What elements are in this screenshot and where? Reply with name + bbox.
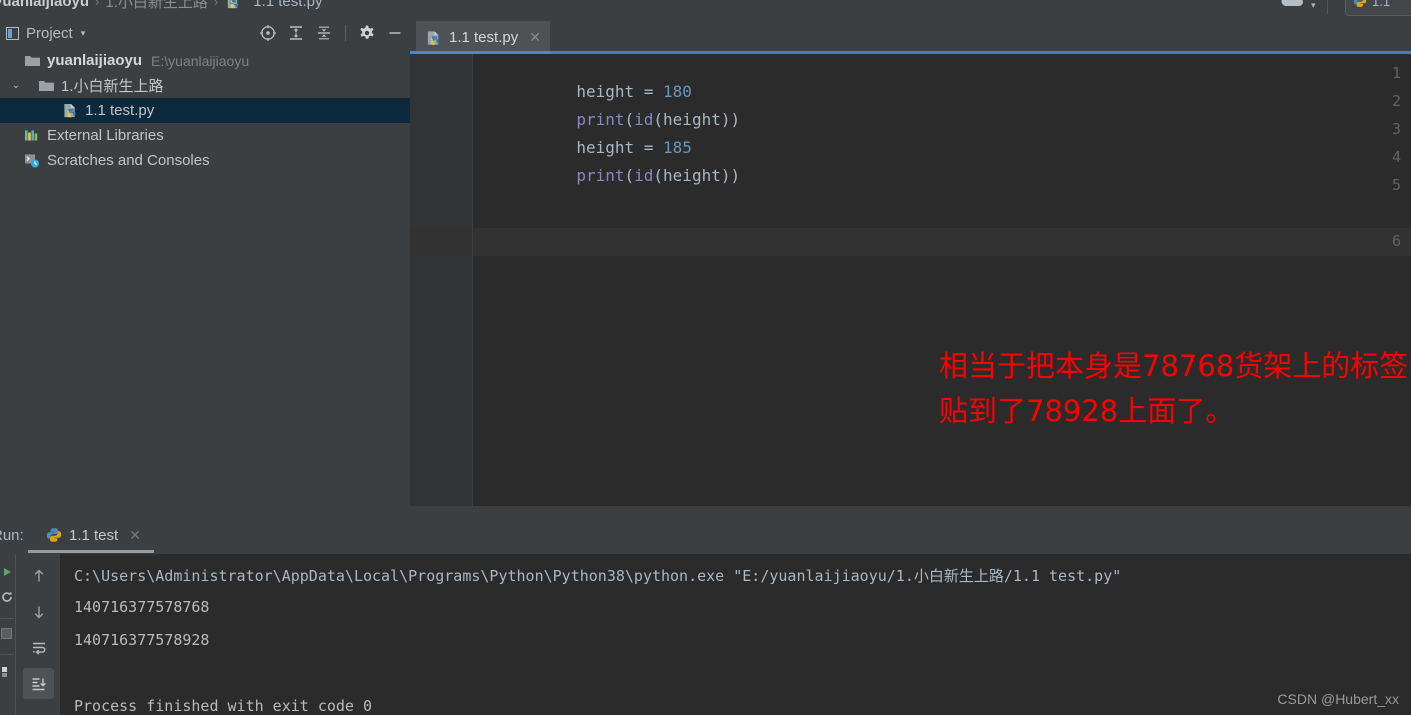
breadcrumb-folder[interactable]: 1.小白新生上路 bbox=[105, 0, 208, 12]
tree-row-selected[interactable]: 1.1 test.py bbox=[0, 98, 410, 123]
caret-line-gutter-highlight bbox=[410, 228, 473, 256]
project-panel-title[interactable]: Project bbox=[26, 25, 73, 42]
scroll-to-end-icon[interactable] bbox=[23, 668, 54, 699]
libraries-icon bbox=[25, 130, 38, 141]
settings-gear-icon[interactable] bbox=[358, 24, 376, 42]
breadcrumb-strip: yuanlaijiaoyu › 1.小白新生上路 › 1.1 test.py bbox=[0, 0, 1411, 18]
tree-label: 1.1 test.py bbox=[85, 102, 155, 119]
project-panel-toolbar bbox=[259, 18, 404, 48]
hide-icon[interactable] bbox=[386, 24, 404, 42]
editor-body[interactable]: 1 2 3 4 5 6 height = 180 print(id(height… bbox=[410, 54, 1411, 518]
tree-row[interactable]: ⌄ 1.小白新生上路 bbox=[0, 73, 410, 98]
rail-divider-2 bbox=[0, 654, 14, 655]
expand-all-icon[interactable] bbox=[287, 24, 305, 42]
code-token: id bbox=[634, 166, 654, 185]
close-icon[interactable]: ✕ bbox=[129, 527, 141, 544]
run-configuration-selector[interactable]: 1.1 bbox=[1345, 0, 1411, 16]
project-panel-header: Project ▾ bbox=[0, 18, 410, 48]
rerun-icon[interactable] bbox=[0, 590, 14, 604]
tree-row[interactable]: Scratches and Consoles bbox=[0, 148, 410, 173]
code-token: (height)) bbox=[653, 166, 741, 185]
run-left-rail bbox=[0, 554, 14, 715]
console-output[interactable]: C:\Users\Administrator\AppData\Local\Pro… bbox=[60, 554, 1411, 715]
tree-label: 1.小白新生上路 bbox=[61, 78, 164, 95]
code-line-4: print(id(height)) bbox=[480, 147, 740, 204]
code-layer[interactable]: height = 180 print(id(height)) height = … bbox=[480, 54, 1411, 518]
up-arrow-icon[interactable] bbox=[23, 560, 54, 591]
down-arrow-icon[interactable] bbox=[23, 596, 54, 627]
console-line: 140716377578768 bbox=[74, 598, 210, 616]
scratches-icon bbox=[25, 154, 39, 168]
project-tree: yuanlaijiaoyu E:\yuanlaijiaoyu ⌄ 1.小白新生上… bbox=[0, 48, 410, 173]
breadcrumb-separator: › bbox=[95, 0, 100, 9]
chevron-down-icon[interactable]: ⌄ bbox=[8, 80, 24, 91]
code-token: print bbox=[576, 166, 625, 185]
python-icon bbox=[1353, 0, 1367, 7]
toolbar-divider bbox=[345, 25, 346, 41]
editor-area: 1.1 test.py ✕ 1 2 3 4 5 6 height = 180 p bbox=[410, 18, 1411, 518]
run-tab[interactable]: 1.1 test ✕ bbox=[38, 520, 149, 550]
chevron-down-icon[interactable]: ▾ bbox=[81, 28, 86, 39]
rail-divider bbox=[0, 618, 14, 619]
run-window-label: Run: bbox=[0, 527, 24, 544]
top-right-toolbar: ▾ 1.1 bbox=[1241, 0, 1411, 18]
pin-icon[interactable] bbox=[1, 666, 13, 678]
console-line: C:\Users\Administrator\AppData\Local\Pro… bbox=[74, 567, 1122, 585]
tree-path: E:\yuanlaijiaoyu bbox=[151, 52, 250, 69]
editor-gutter[interactable] bbox=[410, 54, 473, 518]
tree-label: External Libraries bbox=[47, 127, 164, 144]
breadcrumb-separator-2: › bbox=[213, 0, 219, 9]
run-tab-underline bbox=[28, 550, 154, 553]
folder-icon bbox=[39, 81, 54, 91]
chevron-down-icon[interactable]: ▾ bbox=[1311, 0, 1316, 11]
code-token: ( bbox=[624, 166, 635, 185]
run-console-toolbar bbox=[15, 554, 60, 715]
python-file-icon bbox=[64, 103, 76, 118]
collapse-all-icon[interactable] bbox=[315, 24, 333, 42]
run-icon[interactable] bbox=[1, 566, 13, 578]
select-opened-file-icon[interactable] bbox=[259, 24, 277, 42]
tree-label: yuanlaijiaoyu bbox=[47, 52, 143, 69]
cloud-icon[interactable] bbox=[1279, 0, 1305, 8]
project-panel: Project ▾ yuanlaijiaoyu E:\yuanlaijiaoyu… bbox=[0, 18, 410, 518]
console-line: 140716377578928 bbox=[74, 631, 210, 649]
gutter-separator bbox=[472, 54, 473, 518]
python-icon bbox=[46, 528, 62, 542]
run-tab-label: 1.1 test bbox=[69, 526, 119, 544]
breadcrumb-root[interactable]: yuanlaijiaoyu bbox=[0, 0, 89, 10]
stop-icon[interactable] bbox=[1, 628, 12, 639]
run-config-label: 1.1 bbox=[1372, 0, 1391, 9]
editor-tab-label: 1.1 test.py bbox=[449, 29, 519, 46]
tree-label: Scratches and Consoles bbox=[47, 152, 210, 169]
editor-tabbar: 1.1 test.py ✕ bbox=[410, 18, 1411, 54]
editor-bottom-strip bbox=[410, 506, 1411, 518]
tree-row[interactable]: External Libraries bbox=[0, 123, 410, 148]
run-tabbar: Run: 1.1 test ✕ bbox=[0, 518, 1411, 554]
project-view-icon bbox=[6, 26, 19, 40]
python-file-icon bbox=[427, 30, 439, 45]
editor-tab[interactable]: 1.1 test.py ✕ bbox=[416, 21, 550, 54]
breadcrumb[interactable]: yuanlaijiaoyu › 1.小白新生上路 › 1.1 test.py bbox=[0, 0, 322, 12]
folder-icon bbox=[25, 56, 40, 66]
toolbar-divider bbox=[1327, 0, 1328, 14]
soft-wrap-icon[interactable] bbox=[23, 632, 54, 663]
more-icon[interactable] bbox=[23, 704, 54, 715]
pycharm-window: yuanlaijiaoyu › 1.小白新生上路 › 1.1 test.py ▾… bbox=[0, 0, 1411, 715]
tree-row[interactable]: yuanlaijiaoyu E:\yuanlaijiaoyu bbox=[0, 48, 410, 73]
python-file-icon bbox=[228, 0, 239, 9]
watermark: CSDN @Hubert_xx bbox=[1277, 691, 1399, 707]
breadcrumb-file[interactable]: 1.1 test.py bbox=[253, 0, 322, 10]
console-line: Process finished with exit code 0 bbox=[74, 697, 373, 715]
run-tool-window: Run: 1.1 test ✕ bbox=[0, 518, 1411, 715]
close-icon[interactable]: ✕ bbox=[529, 29, 541, 46]
